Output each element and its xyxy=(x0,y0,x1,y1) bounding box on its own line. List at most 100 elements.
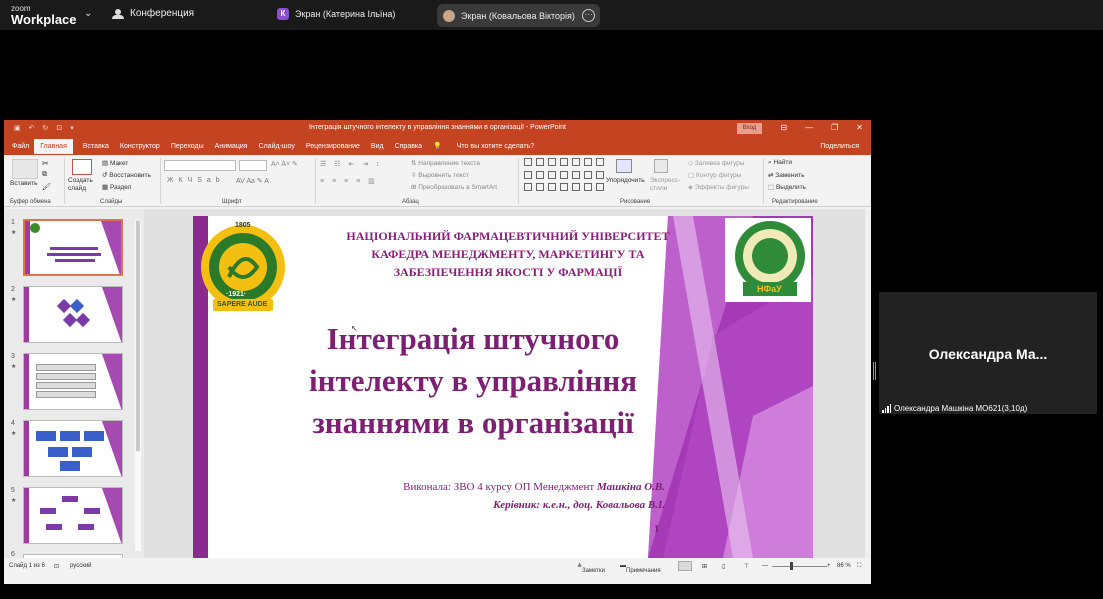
font-name-dropdown[interactable] xyxy=(164,160,236,171)
font-size-buttons[interactable]: A˄ A˅ ✎ xyxy=(271,160,298,168)
arrange-icon[interactable] xyxy=(616,159,632,173)
char-spacing-buttons[interactable]: AV Aa ✎ A xyxy=(236,177,269,185)
tab-animations[interactable]: Анимация xyxy=(215,143,248,150)
arrange-button[interactable]: Упорядочить xyxy=(606,177,645,184)
current-slide[interactable]: 1805 ·1921· SAPERE AUDE НФаУ НАЦІОНАЛЬНИ… xyxy=(193,216,813,558)
paste-icon[interactable] xyxy=(12,159,38,179)
text-direction-label: Направление текста xyxy=(418,160,480,167)
alignment-buttons[interactable]: ≡ ≡ ≡ ≡ ▥ xyxy=(320,177,378,185)
thumb-box xyxy=(84,431,104,441)
slide-sorter-icon[interactable]: ⊞ xyxy=(702,563,707,570)
list-buttons[interactable]: ☰ ☷ ⇤ ⇥ ↕ xyxy=(320,160,383,168)
close-icon[interactable]: ✕ xyxy=(856,123,863,132)
zoom-out-icon[interactable]: — xyxy=(762,563,768,569)
font-format-buttons[interactable]: ЖКЧSab xyxy=(167,177,225,184)
format-painter-icon[interactable]: 🖌 xyxy=(42,183,51,191)
comments-button[interactable]: ▬ Примечания xyxy=(620,563,661,574)
chevron-down-icon[interactable]: ⌄ xyxy=(84,8,92,19)
align-text-button[interactable]: ⇳ Выровнять текст xyxy=(411,171,469,179)
panel-resize-handle[interactable] xyxy=(873,362,876,380)
reset-button[interactable]: ↺ Восстановить xyxy=(102,171,151,179)
slide-thumbnail-1[interactable] xyxy=(23,219,123,276)
thumb-row xyxy=(36,373,96,380)
shape-fill-button[interactable]: ◇ Заливка фигуры xyxy=(688,159,744,167)
tab-slideshow[interactable]: Слайд-шоу xyxy=(259,143,295,150)
tab-help[interactable]: Справка xyxy=(395,143,422,150)
login-button[interactable]: Вход xyxy=(737,123,762,134)
font-size-dropdown[interactable] xyxy=(239,160,267,171)
tab-view[interactable]: Вид xyxy=(371,143,384,150)
slide-number: 3 xyxy=(11,353,15,360)
spellcheck-icon[interactable]: ⊡ xyxy=(54,563,59,570)
new-slide-button[interactable]: Создать слайд xyxy=(68,177,98,193)
tab-home[interactable]: Главная xyxy=(34,138,73,154)
thumb-box xyxy=(48,447,68,457)
slide-transition-marker: ★ xyxy=(11,230,17,236)
tab-review[interactable]: Рецензирование xyxy=(306,143,360,150)
quick-styles-icon[interactable] xyxy=(654,159,668,173)
thumbnail-scrollbar[interactable] xyxy=(135,221,141,551)
slide-thumbnail-3[interactable] xyxy=(23,353,123,410)
zoom-in-icon[interactable]: + xyxy=(827,563,831,569)
language-indicator[interactable]: русский xyxy=(70,563,92,569)
more-options-icon[interactable]: ··· xyxy=(582,9,595,22)
copy-icon[interactable]: ⧉ xyxy=(42,171,47,179)
tab-file[interactable]: Файл xyxy=(12,143,29,150)
zoom-slider[interactable] xyxy=(772,566,827,567)
find-button[interactable]: ⌕ Найти xyxy=(768,159,792,167)
scrollbar-thumb[interactable] xyxy=(136,221,140,451)
select-button[interactable]: ⬚ Выделить xyxy=(768,183,806,191)
maximize-icon[interactable]: ❐ xyxy=(831,123,838,132)
participant-video-tile[interactable]: Олександра Ма... Олександра Машкіна МО62… xyxy=(879,292,1097,414)
paste-button[interactable]: Вставить xyxy=(10,180,38,187)
new-slide-icon[interactable] xyxy=(72,159,92,175)
tab-transitions[interactable]: Переходы xyxy=(171,143,204,150)
signal-strength-icon xyxy=(882,404,891,413)
slide-scrollbar[interactable] xyxy=(865,209,871,558)
ribbon-separator xyxy=(518,158,519,204)
slide-thumbnail-5[interactable] xyxy=(23,487,123,544)
university-logo-right: НФаУ xyxy=(731,220,809,300)
conference-tab[interactable]: Конференция xyxy=(112,8,194,19)
shape-effects-button[interactable]: ◈ Эффекты фигуры xyxy=(688,183,749,191)
avatar xyxy=(443,9,455,22)
replace-button[interactable]: ⇄ Заменить xyxy=(768,171,804,179)
ribbon-separator xyxy=(160,158,161,204)
smartart-button[interactable]: ⊞ Преобразовать в SmartArt xyxy=(411,183,497,191)
thumb-cycle-node xyxy=(84,508,100,514)
quick-styles-button[interactable]: Экспресс-стили xyxy=(650,177,684,193)
screen-share-tab-kovalova[interactable]: Экран (Ковальова Вікторія) ··· xyxy=(437,4,600,27)
tell-me-search[interactable]: Что вы хотите сделать? xyxy=(457,143,534,150)
reading-view-icon[interactable]: ▯ xyxy=(722,563,725,570)
paragraph-group-label: Абзац xyxy=(402,199,419,205)
ribbon-display-icon[interactable]: ⊟ xyxy=(780,123,787,132)
slideshow-view-icon[interactable]: ⊤ xyxy=(744,563,749,570)
tab-insert[interactable]: Вставка xyxy=(83,143,109,150)
layout-button[interactable]: ▤ Макет xyxy=(102,159,128,167)
slide-transition-marker: ★ xyxy=(11,498,17,504)
zoom-logo[interactable]: zoom Workplace xyxy=(11,4,77,26)
thumb-cycle-node xyxy=(46,524,62,530)
fit-to-window-icon[interactable]: ⛶ xyxy=(857,563,861,570)
shape-fill-label: Заливка фигуры xyxy=(694,160,745,167)
notes-button[interactable]: ≜ Заметки xyxy=(577,563,605,574)
screen-share-tab-ilina[interactable]: К Экран (Катерина Ільїна) xyxy=(277,8,395,20)
slide-thumbnail-4[interactable] xyxy=(23,420,123,477)
shapes-gallery[interactable] xyxy=(524,158,604,194)
thumb-title-line xyxy=(47,253,101,256)
zoom-level[interactable]: 86 % xyxy=(837,563,851,569)
shape-outline-button[interactable]: ▢ Контур фигуры xyxy=(688,171,741,179)
zoom-slider-thumb[interactable] xyxy=(790,562,793,570)
share-button[interactable]: Поделиться xyxy=(820,143,859,150)
ppt-title-bar: ▣ ↶ ↻ ⊡ ▾ Інтеграція штучного інтелекту … xyxy=(4,120,871,137)
tab-design[interactable]: Конструктор xyxy=(120,143,160,150)
powerpoint-window: ▣ ↶ ↻ ⊡ ▾ Інтеграція штучного інтелекту … xyxy=(4,120,871,584)
cut-icon[interactable]: ✂ xyxy=(42,159,49,168)
slide-thumbnail-2[interactable] xyxy=(23,286,123,343)
thumb-row xyxy=(36,391,96,398)
text-direction-button[interactable]: ⇅ Направление текста xyxy=(411,159,480,167)
normal-view-icon[interactable] xyxy=(678,561,692,571)
minimize-icon[interactable]: — xyxy=(805,123,813,132)
section-button[interactable]: ▦ Раздел xyxy=(102,183,131,191)
slide-transition-marker: ★ xyxy=(11,297,17,303)
